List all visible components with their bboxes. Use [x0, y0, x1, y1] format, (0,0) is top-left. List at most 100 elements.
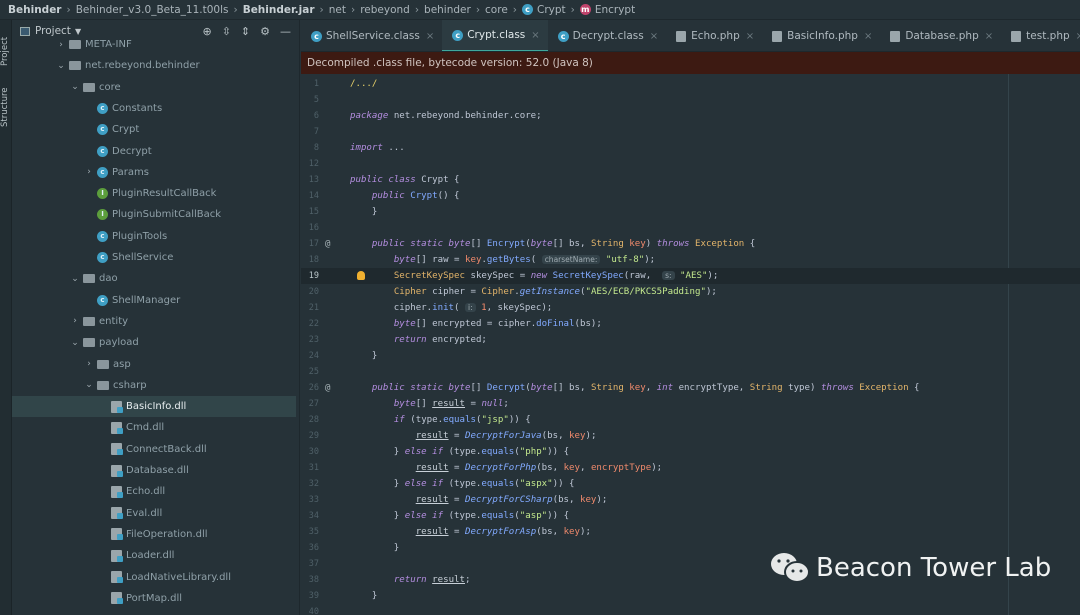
tree-item[interactable]: FileOperation.dll — [12, 524, 296, 545]
tree-item[interactable]: › entity — [12, 311, 296, 332]
php-file-icon — [772, 30, 783, 42]
tree-item[interactable]: › c Params — [12, 162, 296, 183]
code-editor[interactable]: 1 /.../ 5 6 package net.rebeyond.behinder.co… — [301, 74, 1080, 615]
chevron-right-icon[interactable]: › — [70, 316, 80, 326]
breadcrumb-item[interactable]: net — [329, 4, 346, 16]
tab-decrypt-class[interactable]: c Decrypt.class × — [548, 20, 666, 51]
tree-item[interactable]: BasicInfo.dll — [12, 396, 296, 418]
tree-item[interactable]: LoadNativeLibrary.dll — [12, 567, 296, 588]
close-icon[interactable]: × — [1076, 31, 1080, 42]
code-text: ) — [645, 239, 657, 249]
code-content: result = DecryptForJava(bs, key); — [350, 428, 597, 444]
tab-basicinfo-php[interactable]: BasicInfo.php × — [762, 20, 880, 51]
variable: result — [415, 463, 449, 473]
tree-item[interactable]: Loader.dll — [12, 545, 296, 566]
tree-item[interactable]: c ShellService — [12, 247, 296, 268]
tree-item[interactable]: Eval.dll — [12, 503, 296, 524]
tree-item[interactable]: ⌄ core — [12, 77, 296, 98]
tree-item[interactable]: Database.dll — [12, 460, 296, 481]
code-text: , — [645, 383, 657, 393]
tree-item-label: Cmd.dll — [126, 422, 165, 434]
code-content: } else if (type.equals("asp")) { — [350, 508, 569, 524]
code-text: [] — [470, 239, 487, 249]
code-content: byte[] encrypted = cipher.doFinal(bs); — [350, 316, 602, 332]
tree-item[interactable]: ⌄ net.rebeyond.behinder — [12, 55, 296, 76]
code-text: [] bs, — [552, 239, 591, 249]
tree-item[interactable]: c PluginTools — [12, 226, 296, 247]
tree-item[interactable]: I PluginSubmitCallBack — [12, 204, 296, 225]
tree-item[interactable]: Echo.dll — [12, 481, 296, 502]
chevron-right-icon[interactable]: › — [84, 167, 94, 177]
breadcrumb-item[interactable]: Behinder.jar — [243, 4, 315, 16]
keyword: import — [350, 143, 389, 153]
tab-test-php[interactable]: test.php × — [1001, 20, 1080, 51]
tree-item[interactable]: c ShellManager — [12, 290, 296, 311]
dll-file-icon — [111, 549, 123, 562]
chevron-down-icon[interactable]: ⌄ — [70, 82, 80, 92]
chevron-down-icon[interactable]: ⌄ — [84, 380, 94, 390]
tree-item[interactable]: ⌄ csharp — [12, 375, 296, 396]
tree-item[interactable]: Cmd.dll — [12, 417, 296, 438]
tool-window-strip: Project Structure — [0, 20, 12, 615]
breadcrumb-item[interactable]: Behinder — [8, 4, 62, 16]
tree-item-label: Database.dll — [126, 465, 189, 476]
code-line: 32 } else if (type.equals("aspx")) { — [301, 476, 1080, 492]
tree-item-label: PortMap.dll — [126, 592, 183, 604]
dll-file-icon — [111, 443, 123, 456]
code-line: 16 — [301, 220, 1080, 236]
chevron-right-icon[interactable]: › — [84, 359, 94, 369]
code-text: ); — [580, 527, 591, 537]
breadcrumb-label: Behinder — [8, 3, 62, 16]
breadcrumb-item[interactable]: c Crypt — [521, 4, 566, 16]
tree-item[interactable]: › asp — [12, 354, 296, 375]
code-content: } — [350, 540, 399, 556]
chevron-down-icon[interactable]: ⌄ — [70, 274, 80, 284]
close-icon[interactable]: × — [650, 31, 658, 42]
close-icon[interactable]: × — [985, 31, 993, 42]
tab-label: Echo.php — [691, 30, 740, 42]
parameter-hint: s: — [662, 271, 675, 280]
code-text: (type. — [448, 447, 482, 457]
tree-item[interactable]: c Constants — [12, 98, 296, 119]
tree-item[interactable]: ⌄ dao — [12, 268, 296, 289]
override-marker-icon[interactable]: @ — [325, 236, 330, 252]
tree-item[interactable]: c Crypt — [12, 119, 296, 140]
keyword: throws — [656, 239, 695, 249]
code-text: ); — [644, 255, 656, 265]
close-icon[interactable]: × — [864, 31, 872, 42]
code-text: [] encrypted = cipher. — [415, 319, 537, 329]
breadcrumb-item[interactable]: rebeyond — [360, 4, 410, 16]
chevron-down-icon[interactable]: ⌄ — [56, 61, 66, 71]
tab-shellservice-class[interactable]: c ShellService.class × — [301, 20, 442, 51]
tab-label: test.php — [1026, 30, 1070, 42]
chevron-right-icon[interactable]: › — [56, 40, 66, 50]
breadcrumb-item[interactable]: Behinder_v3.0_Beta_11.t00ls — [76, 4, 229, 16]
type-name: Exception — [695, 239, 745, 249]
method-name: getBytes — [486, 255, 531, 265]
tree-item[interactable]: I PluginResultCallBack — [12, 183, 296, 204]
breadcrumb-item[interactable]: behinder — [424, 4, 471, 16]
tree-item[interactable]: ⌄ payload — [12, 332, 296, 353]
project-tool-tab[interactable]: Project — [0, 26, 12, 76]
tree-item[interactable]: ConnectBack.dll — [12, 439, 296, 460]
folded-region[interactable]: /.../ — [350, 79, 377, 89]
method-name: Encrypt — [486, 239, 526, 249]
close-icon[interactable]: × — [746, 31, 754, 42]
tree-item[interactable]: c Decrypt — [12, 141, 296, 162]
tree-item[interactable]: › META-INF — [12, 34, 296, 55]
breadcrumb-item[interactable]: m Encrypt — [579, 4, 635, 16]
close-icon[interactable]: × — [426, 31, 434, 42]
chevron-down-icon[interactable]: ⌄ — [70, 338, 80, 348]
tab-database-php[interactable]: Database.php × — [880, 20, 1001, 51]
watermark: Beacon Tower Lab — [770, 551, 1051, 585]
tab-crypt-class[interactable]: c Crypt.class × — [442, 20, 548, 51]
breadcrumb-item[interactable]: core — [485, 4, 508, 16]
tree-item[interactable]: PortMap.dll — [12, 588, 296, 609]
interface-icon: I — [97, 188, 108, 200]
structure-tool-tab[interactable]: Structure — [0, 82, 12, 132]
tab-echo-php[interactable]: Echo.php × — [666, 20, 762, 51]
override-marker-icon[interactable]: @ — [325, 380, 330, 396]
close-icon[interactable]: × — [531, 30, 539, 41]
